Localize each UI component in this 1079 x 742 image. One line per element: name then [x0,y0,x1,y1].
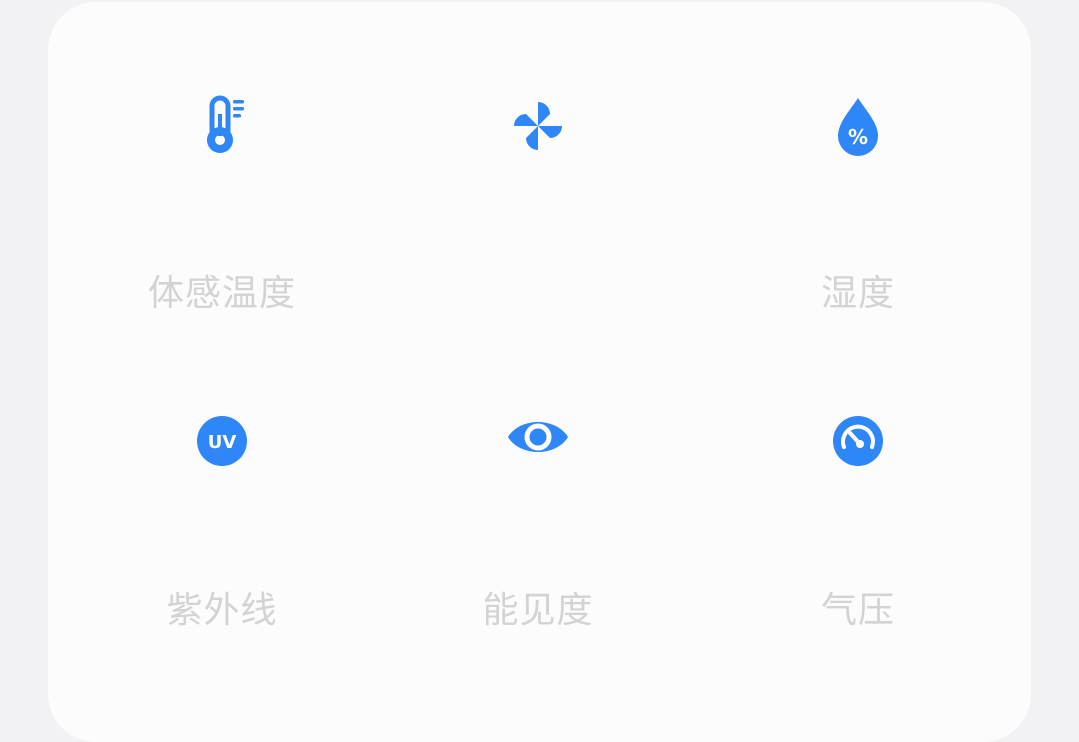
humidity-label: 湿度 [820,273,895,314]
pressure-label: 气压 [820,590,895,631]
svg-text:%: % [848,125,868,149]
visibility-cell[interactable]: 能见度 [378,397,698,697]
weather-details-card: 体感温度 % 湿度 UV 紫外线 能见度 气压 [48,2,1031,742]
pressure-cell[interactable]: 气压 [698,397,1018,697]
uv-label: 紫外线 [166,590,278,631]
uv-icon: UV [197,416,247,466]
svg-text:UV: UV [208,432,237,453]
feels-like-label: 体感温度 [147,273,296,314]
thermometer-icon [207,95,244,153]
humidity-drop-icon: % [838,98,878,156]
eye-icon [508,422,568,452]
humidity-cell[interactable]: % 湿度 [698,82,1018,382]
wind-cell[interactable] [378,82,698,382]
feels-like-cell[interactable]: 体感温度 [62,82,382,382]
pressure-gauge-icon [833,416,883,466]
visibility-label: 能见度 [482,590,594,631]
uv-cell[interactable]: UV 紫外线 [62,397,382,697]
fan-icon [514,102,562,150]
